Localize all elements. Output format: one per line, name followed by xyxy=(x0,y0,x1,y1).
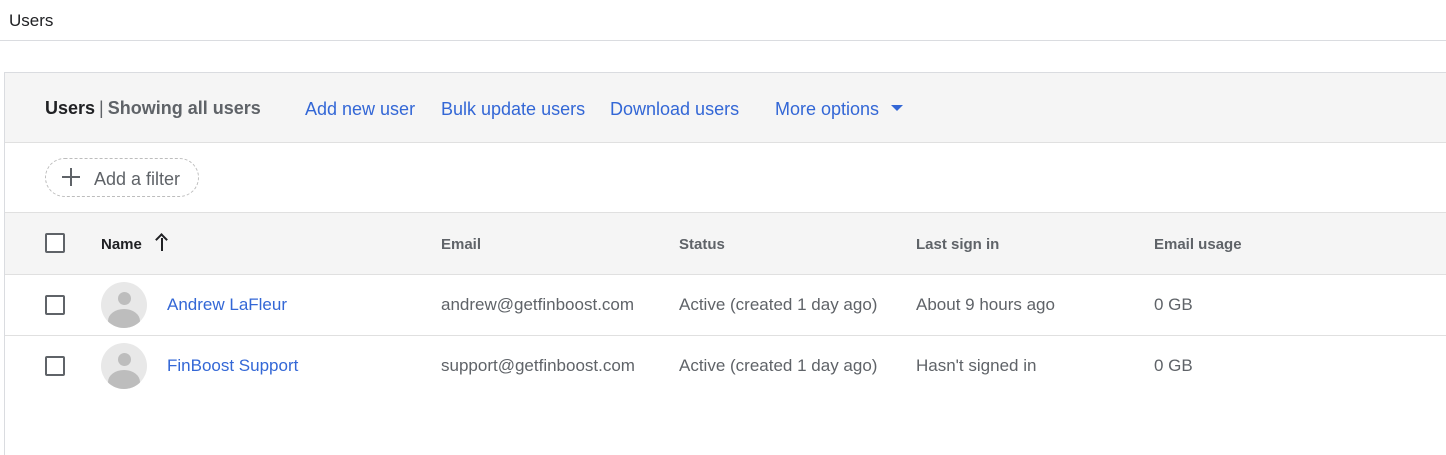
user-email: andrew@getfinboost.com xyxy=(441,295,635,314)
users-card: Users | Showing all users Add new user Bul… xyxy=(4,72,1446,455)
user-status: Active (created 1 day ago) xyxy=(679,356,878,375)
column-header-status[interactable]: Status xyxy=(679,236,725,253)
add-new-user-button[interactable]: Add new user xyxy=(305,99,415,120)
table-row[interactable]: FinBoost Support support@getfinboost.com… xyxy=(5,336,1446,397)
column-header-email[interactable]: Email xyxy=(441,236,481,253)
row-checkbox[interactable] xyxy=(45,295,65,315)
card-title-separator: | xyxy=(99,98,104,118)
user-email-usage: 0 GB xyxy=(1154,295,1193,314)
caret-down-icon xyxy=(891,105,904,112)
select-all-checkbox[interactable] xyxy=(45,233,65,253)
add-filter-label: Add a filter xyxy=(94,169,181,189)
user-name-link[interactable]: Andrew LaFleur xyxy=(167,295,287,315)
avatar xyxy=(101,343,147,389)
card-title-label: Users xyxy=(45,98,96,118)
table-header-row: Name Email Status Last sign in Email usa… xyxy=(5,213,1446,275)
user-last-sign-in: Hasn't signed in xyxy=(916,356,1037,375)
page-title: Users xyxy=(9,11,54,30)
filter-bar: Add a filter xyxy=(5,143,1446,213)
card-title: Users | Showing all users xyxy=(45,98,261,119)
bulk-update-users-button[interactable]: Bulk update users xyxy=(441,99,585,120)
row-checkbox[interactable] xyxy=(45,356,65,376)
top-bar: Users xyxy=(0,0,1446,41)
column-header-last-sign-in[interactable]: Last sign in xyxy=(916,236,999,253)
user-name-link[interactable]: FinBoost Support xyxy=(167,356,298,376)
more-options-button[interactable]: More options xyxy=(775,99,904,120)
download-users-button[interactable]: Download users xyxy=(610,99,739,120)
add-filter-button[interactable]: Add a filter xyxy=(45,158,199,197)
plus-icon xyxy=(62,168,80,186)
more-options-label: More options xyxy=(775,99,880,119)
column-header-email-usage[interactable]: Email usage xyxy=(1154,236,1242,253)
column-header-name[interactable]: Name xyxy=(101,236,142,253)
card-subtitle: Showing all users xyxy=(107,98,261,118)
user-email-usage: 0 GB xyxy=(1154,356,1193,375)
card-header: Users | Showing all users Add new user Bul… xyxy=(5,73,1446,143)
user-email: support@getfinboost.com xyxy=(441,356,635,375)
avatar xyxy=(101,282,147,328)
table-row[interactable]: Andrew LaFleur andrew@getfinboost.com Ac… xyxy=(5,275,1446,336)
arrow-up-icon[interactable] xyxy=(155,233,169,252)
user-last-sign-in: About 9 hours ago xyxy=(916,295,1055,314)
user-status: Active (created 1 day ago) xyxy=(679,295,878,314)
